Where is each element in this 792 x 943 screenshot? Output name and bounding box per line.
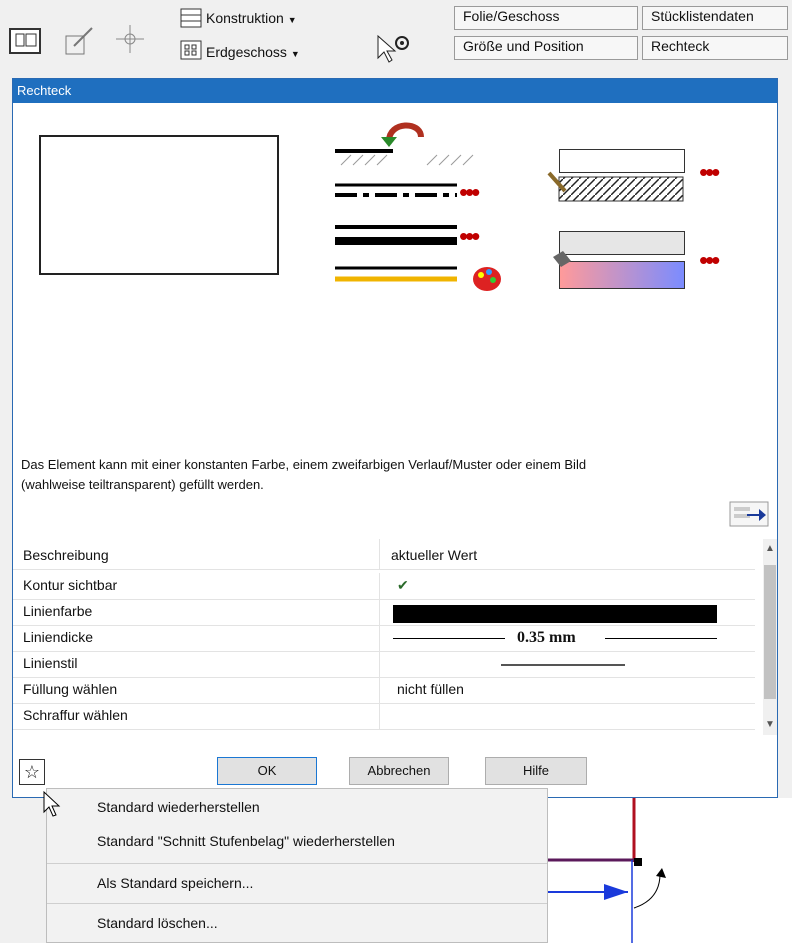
column-divider (379, 625, 380, 651)
tab-rechteck[interactable]: Rechteck (642, 36, 788, 60)
line-thickness-icon[interactable] (333, 223, 463, 251)
move-icon[interactable] (112, 22, 148, 56)
column-divider (379, 703, 380, 729)
tab-groesse-position[interactable]: Größe und Position (454, 36, 638, 60)
row-schraffur-waehlen[interactable]: Schraffur wählen (13, 703, 755, 730)
description-text: Das Element kann mit einer konstanten Fa… (21, 455, 761, 495)
ok-button[interactable]: OK (217, 757, 317, 785)
fill-more-icon[interactable]: ••• (699, 247, 720, 273)
menu-item-save-default[interactable]: Als Standard speichern... (97, 875, 253, 891)
hatch-more-icon[interactable]: ••• (699, 159, 720, 185)
tab-label: Folie/Geschoss (463, 8, 560, 24)
description-line: Das Element kann mit einer konstanten Fa… (21, 457, 587, 472)
pointer-gear-icon[interactable] (374, 30, 414, 64)
menu-divider (47, 863, 547, 864)
column-divider (379, 651, 380, 677)
scrollbar[interactable]: ▲ ▼ (763, 539, 777, 735)
row-liniendicke[interactable]: Liniendicke 0.35 mm (13, 625, 755, 652)
favorites-star-button[interactable]: ☆ (19, 759, 45, 785)
layers-icon[interactable] (8, 26, 44, 56)
menu-divider (47, 903, 547, 904)
row-kontur-sichtbar[interactable]: Kontur sichtbar ✔ (13, 573, 755, 600)
line-color-swatch[interactable] (393, 605, 717, 623)
line-color-icon[interactable] (333, 263, 463, 287)
line-style-preview[interactable] (501, 664, 625, 666)
description-line: (wahlweise teiltransparent) gefüllt werd… (21, 477, 264, 492)
checkmark-icon[interactable]: ✔ (397, 577, 409, 594)
chevron-down-icon: ▼ (287, 15, 297, 25)
dialog-title: Rechteck (17, 83, 72, 98)
construction-label: Konstruktion (206, 10, 284, 26)
line-thickness-line-left (393, 638, 505, 639)
help-label: Hilfe (522, 763, 549, 778)
column-divider (379, 573, 380, 599)
tab-stuecklistendaten[interactable]: Stücklistendaten (642, 6, 788, 30)
cancel-label: Abbrechen (367, 763, 431, 778)
line-style-more-icon[interactable]: ••• (459, 179, 480, 205)
menu-item-restore-stufenbelag[interactable]: Standard "Schnitt Stufenbelag" wiederher… (97, 833, 395, 849)
fill-outline-preview[interactable] (559, 149, 685, 173)
row-label: Liniendicke (23, 629, 94, 645)
transfer-icon[interactable] (729, 501, 769, 527)
line-thickness-more-icon[interactable]: ••• (459, 223, 480, 249)
tab-label: Größe und Position (463, 38, 584, 54)
star-icon: ☆ (23, 762, 41, 782)
line-thickness-line-right (605, 638, 717, 639)
line-thickness-value[interactable]: 0.35 mm (517, 629, 576, 647)
chevron-down-icon: ▼ (290, 49, 300, 59)
row-fuellung-waehlen[interactable]: Füllung wählen nicht füllen (13, 677, 755, 704)
rechteck-dialog: Rechteck ••• ••• ••• ••• Das Element kan… (12, 78, 778, 798)
construction-icon[interactable] (178, 6, 204, 30)
fill-value[interactable]: nicht füllen (397, 681, 464, 697)
row-label: Kontur sichtbar (23, 577, 118, 593)
table-header: Beschreibung aktueller Wert (13, 539, 755, 570)
floor-dropdown[interactable]: Erdgeschoss ▼ (206, 44, 300, 60)
construction-dropdown[interactable]: Konstruktion ▼ (206, 10, 297, 26)
row-label: Linienstil (23, 655, 78, 671)
scroll-up-icon[interactable]: ▲ (765, 543, 775, 554)
scroll-down-icon[interactable]: ▼ (765, 719, 775, 730)
floor-icon[interactable] (178, 38, 204, 62)
palette-icon[interactable] (471, 263, 505, 293)
header-description: Beschreibung (23, 547, 109, 563)
floor-label: Erdgeschoss (206, 44, 287, 60)
row-label: Füllung wählen (23, 681, 118, 697)
row-linienstil[interactable]: Linienstil (13, 651, 755, 678)
paint-bucket-icon (553, 251, 571, 267)
column-divider (379, 599, 380, 625)
properties-table: Beschreibung aktueller Wert Kontur sicht… (13, 539, 777, 745)
context-menu: Standard wiederherstellen Standard "Schn… (46, 788, 548, 943)
menu-item-delete-default[interactable]: Standard löschen... (97, 915, 218, 931)
ok-label: OK (257, 763, 277, 778)
dialog-titlebar: Rechteck (13, 79, 777, 103)
shape-preview (39, 135, 279, 275)
brush-icon[interactable] (62, 24, 98, 56)
scroll-thumb[interactable] (764, 565, 776, 699)
hatch-preview[interactable] (547, 171, 687, 207)
row-label: Linienfarbe (23, 603, 93, 619)
header-value: aktueller Wert (391, 547, 478, 563)
tab-folie-geschoss[interactable]: Folie/Geschoss (454, 6, 638, 30)
column-divider (379, 677, 380, 703)
fill-color-top[interactable] (559, 231, 685, 255)
column-divider (379, 539, 380, 569)
cancel-button[interactable]: Abbrechen (349, 757, 449, 785)
tab-label: Rechteck (651, 38, 710, 54)
help-button[interactable]: Hilfe (485, 757, 587, 785)
menu-item-restore-default[interactable]: Standard wiederherstellen (97, 799, 260, 815)
row-label: Schraffur wählen (23, 707, 128, 723)
row-linienfarbe[interactable]: Linienfarbe (13, 599, 755, 626)
contour-visible-icon[interactable] (331, 143, 491, 173)
tab-label: Stücklistendaten (651, 8, 754, 24)
toolbar: Konstruktion ▼ Erdgeschoss ▼ Folie/Gesch… (0, 0, 792, 78)
drawing-canvas (548, 798, 792, 943)
line-style-icon[interactable] (333, 181, 463, 201)
gradient-fill-preview[interactable] (559, 261, 685, 289)
mouse-cursor-icon (43, 790, 61, 817)
